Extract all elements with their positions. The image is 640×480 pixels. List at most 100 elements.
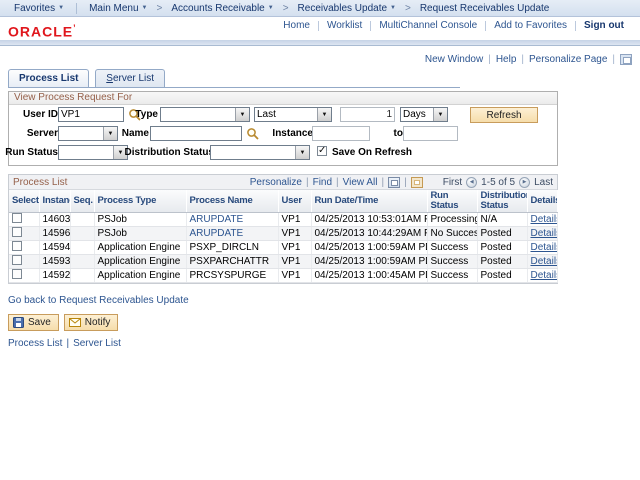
groupbox-title: View Process Request For xyxy=(9,92,557,105)
instance-cell: 14593 xyxy=(39,255,70,269)
divider: | xyxy=(612,54,615,65)
type-select[interactable]: ▼ xyxy=(160,107,250,122)
select-cell xyxy=(9,269,39,283)
breadcrumb-bar: Favorites ▼ Main Menu ▼ > Accounts Recei… xyxy=(0,0,640,17)
distribution-status-cell: Posted xyxy=(477,241,527,255)
col-select: Select xyxy=(9,190,39,213)
process-name-cell: PSXPARCHATTR xyxy=(186,255,278,269)
worklist-link[interactable]: Worklist xyxy=(319,20,370,31)
previous-page-icon[interactable]: ◀ xyxy=(466,177,477,188)
save-button[interactable]: Save xyxy=(8,314,59,331)
chevron-down-icon: ▼ xyxy=(58,5,64,11)
col-user: User xyxy=(278,190,311,213)
breadcrumb-item-request-receivables-update[interactable]: Request Receivables Update xyxy=(416,3,554,14)
instance-to-input[interactable] xyxy=(403,126,458,141)
notify-envelope-icon xyxy=(69,318,81,327)
run-status-select-value xyxy=(59,146,113,159)
multichannel-console-link[interactable]: MultiChannel Console xyxy=(371,20,485,31)
user-cell: VP1 xyxy=(278,213,311,227)
personalize-page-link[interactable]: Personalize Page xyxy=(524,54,612,65)
view-process-request-groupbox: View Process Request For User ID Type ▼ … xyxy=(8,91,558,166)
breadcrumb-item-receivables-update[interactable]: Receivables Update ▼ xyxy=(294,3,400,14)
details-link[interactable]: Details xyxy=(531,242,558,253)
breadcrumb-label: Accounts Receivable xyxy=(171,3,264,14)
pager-last[interactable]: Last xyxy=(534,177,553,188)
process-name-input[interactable] xyxy=(150,126,242,141)
name-lookup-icon[interactable] xyxy=(246,127,259,140)
unit-select[interactable]: Days ▼ xyxy=(400,107,448,122)
personalize-link[interactable]: Personalize xyxy=(246,177,306,188)
new-window-link[interactable]: New Window xyxy=(420,54,488,65)
view-all-link[interactable]: View All xyxy=(339,177,382,188)
copy-url-icon[interactable] xyxy=(620,54,632,65)
process-name-link[interactable]: ARUPDATE xyxy=(190,214,244,225)
last-count-input[interactable] xyxy=(340,107,395,122)
pager-first[interactable]: First xyxy=(443,177,462,188)
instance-cell: 14594 xyxy=(39,241,70,255)
distribution-status-select[interactable]: ▼ xyxy=(210,145,310,160)
bottom-link-process-list[interactable]: Process List xyxy=(8,338,62,349)
row-select-checkbox[interactable] xyxy=(12,213,22,223)
row-select-checkbox[interactable] xyxy=(12,269,22,279)
user-cell: VP1 xyxy=(278,227,311,241)
add-to-favorites-link[interactable]: Add to Favorites xyxy=(486,20,575,31)
instance-cell: 14596 xyxy=(39,227,70,241)
groupbox-body: User ID Type ▼ Last ▼ Days ▼ Refresh xyxy=(9,105,557,165)
zoom-grid-icon[interactable] xyxy=(388,177,400,188)
sign-out-link[interactable]: Sign out xyxy=(576,20,632,31)
dropdown-arrow-icon: ▼ xyxy=(433,108,447,121)
bottom-link-server-list[interactable]: Server List xyxy=(73,338,121,349)
tab-server-list[interactable]: Server List xyxy=(95,69,165,87)
peoplesoft-window: Favorites ▼ Main Menu ▼ > Accounts Recei… xyxy=(0,0,640,480)
table-row: 14596 PSJob ARUPDATE VP1 04/25/2013 10:4… xyxy=(9,227,557,241)
select-cell xyxy=(9,213,39,227)
help-link[interactable]: Help xyxy=(491,54,522,65)
main-menu[interactable]: Main Menu ▼ xyxy=(85,3,151,14)
breadcrumb-separator: > xyxy=(405,3,411,14)
refresh-button[interactable]: Refresh xyxy=(470,107,538,123)
notify-button[interactable]: Notify xyxy=(64,314,119,331)
seq-cell xyxy=(70,241,94,255)
run-status-cell: Success xyxy=(427,255,477,269)
run-status-cell: Success xyxy=(427,269,477,283)
page-action-bar: New Window | Help | Personalize Page | xyxy=(0,51,640,67)
save-on-refresh-checkbox[interactable] xyxy=(317,146,327,156)
download-grid-icon[interactable] xyxy=(411,177,423,188)
grid-navigation-bar: Process List Personalize | Find | View A… xyxy=(9,175,557,190)
server-select[interactable]: ▼ xyxy=(58,126,118,141)
details-link[interactable]: Details xyxy=(531,256,558,267)
user-id-input[interactable] xyxy=(58,107,124,122)
process-name-link[interactable]: ARUPDATE xyxy=(190,228,244,239)
instance-cell: 14603 xyxy=(39,213,70,227)
instance-label: Instance xyxy=(272,128,313,139)
find-link[interactable]: Find xyxy=(309,177,336,188)
details-link[interactable]: Details xyxy=(531,270,558,281)
process-type-cell: Application Engine xyxy=(94,255,186,269)
row-select-checkbox[interactable] xyxy=(12,241,22,251)
period-select-value: Last xyxy=(255,108,317,121)
period-select[interactable]: Last ▼ xyxy=(254,107,332,122)
save-label: Save xyxy=(28,317,51,328)
row-select-checkbox[interactable] xyxy=(12,227,22,237)
divider: | xyxy=(382,177,385,188)
distribution-status-cell: Posted xyxy=(477,227,527,241)
next-page-icon[interactable]: ▶ xyxy=(519,177,530,188)
favorites-menu[interactable]: Favorites ▼ xyxy=(10,3,68,14)
favorites-label: Favorites xyxy=(14,3,55,14)
details-link[interactable]: Details xyxy=(531,228,558,239)
select-cell xyxy=(9,227,39,241)
details-link[interactable]: Details xyxy=(531,214,558,225)
col-details: Details xyxy=(527,190,557,213)
row-select-checkbox[interactable] xyxy=(12,255,22,265)
to-label: to xyxy=(394,128,403,139)
header-divider-strip xyxy=(0,40,640,46)
process-type-cell: Application Engine xyxy=(94,269,186,283)
run-status-cell: Processing xyxy=(427,213,477,227)
grid-toolbar: Personalize | Find | View All | | First … xyxy=(246,177,553,188)
run-status-select[interactable]: ▼ xyxy=(58,145,128,160)
home-link[interactable]: Home xyxy=(275,20,318,31)
instance-from-input[interactable] xyxy=(312,126,370,141)
go-back-link[interactable]: Go back to Request Receivables Update xyxy=(8,295,189,306)
tab-process-list[interactable]: Process List xyxy=(8,69,89,87)
breadcrumb-item-accounts-receivable[interactable]: Accounts Receivable ▼ xyxy=(167,3,277,14)
